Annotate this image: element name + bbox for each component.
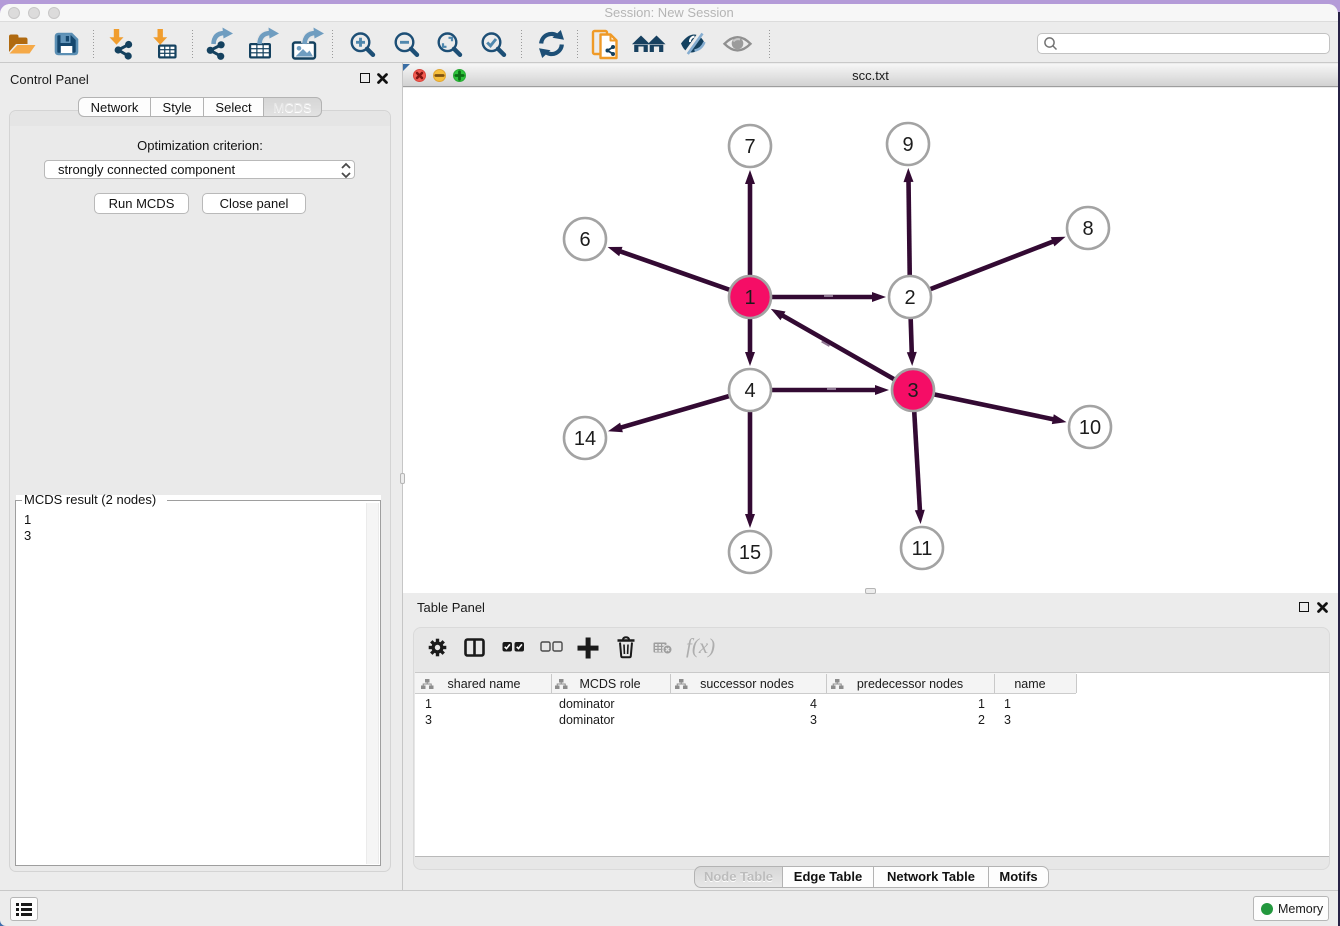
svg-text:6: 6 (579, 229, 590, 251)
svg-text:10: 10 (1079, 417, 1101, 439)
svg-text:4: 4 (744, 380, 755, 402)
svg-text:9: 9 (902, 134, 913, 156)
svg-text:1: 1 (744, 287, 755, 309)
svg-text:14: 14 (574, 428, 596, 450)
svg-text:2: 2 (904, 287, 915, 309)
svg-text:3: 3 (907, 380, 918, 402)
svg-text:11: 11 (912, 538, 933, 560)
svg-text:7: 7 (744, 136, 755, 158)
svg-text:15: 15 (739, 542, 761, 564)
svg-text:8: 8 (1082, 218, 1093, 240)
